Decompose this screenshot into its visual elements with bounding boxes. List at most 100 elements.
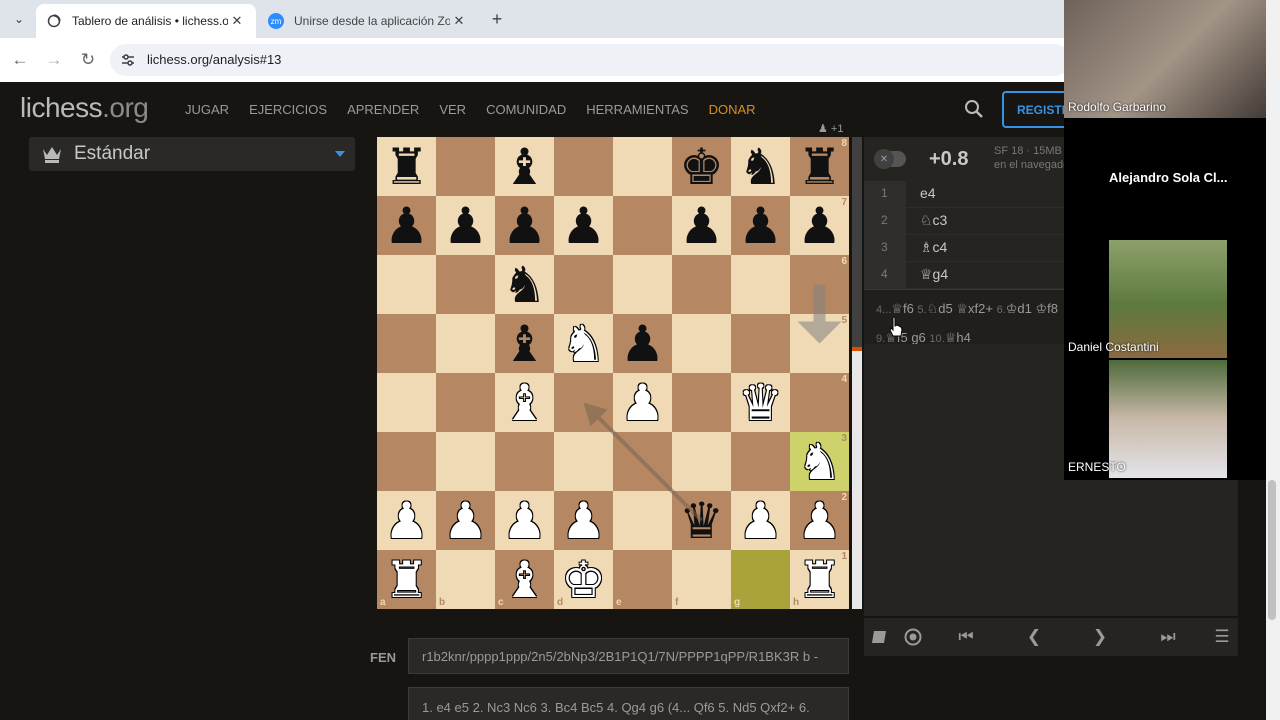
square-f3[interactable] [672,432,731,491]
book-icon[interactable] [868,626,892,648]
square-a2[interactable]: ♟ [377,491,436,550]
square-b7[interactable]: ♟ [436,196,495,255]
square-h8[interactable]: ♜ 8 [790,137,849,196]
square-a5[interactable] [377,314,436,373]
square-a1[interactable]: ♜ a [377,550,436,609]
variation-move[interactable]: ♘d5 [927,301,953,316]
square-d1[interactable]: ♚ d [554,550,613,609]
fen-input[interactable]: r1b2knr/pppp1ppp/2n5/2bNp3/2B1P1Q1/7N/PP… [408,638,849,674]
black-king-icon[interactable]: ♚ [672,137,731,196]
square-g8[interactable]: ♞ [731,137,790,196]
variation-move[interactable]: g6 [911,330,925,344]
nav-aprender[interactable]: APRENDER [347,102,419,117]
square-d7[interactable]: ♟ [554,196,613,255]
white-pawn-icon[interactable]: ♟ [613,373,672,432]
nav-comunidad[interactable]: COMUNIDAD [486,102,566,117]
site-settings-icon[interactable] [120,52,136,68]
black-pawn-icon[interactable]: ♟ [377,196,436,255]
square-g7[interactable]: ♟ [731,196,790,255]
square-h5[interactable]: 5 [790,314,849,373]
black-knight-icon[interactable]: ♞ [731,137,790,196]
variation-move[interactable]: ♕xf2+ [956,301,993,316]
nav-jugar[interactable]: JUGAR [185,102,229,117]
square-b4[interactable] [436,373,495,432]
white-pawn-icon[interactable]: ♟ [554,491,613,550]
move-san[interactable]: ♗c4 [920,239,947,256]
url-field[interactable]: lichess.org/analysis#13 [110,44,1070,76]
white-pawn-icon[interactable]: ♟ [495,491,554,550]
nav-ver[interactable]: VER [439,102,466,117]
white-pawn-icon[interactable]: ♟ [731,491,790,550]
variation-move[interactable]: ♔f8 [1036,301,1059,316]
square-a7[interactable]: ♟ [377,196,436,255]
forward-icon[interactable]: → [42,48,66,72]
square-e2[interactable] [613,491,672,550]
square-e4[interactable]: ♟ [613,373,672,432]
square-f2[interactable]: ♛ [672,491,731,550]
variant-selector[interactable]: Estándar [29,137,355,171]
pgn-textarea[interactable]: 1. e4 e5 2. Nc3 Nc6 3. Bc4 Bc5 4. Qg4 g6… [408,687,849,720]
move-row[interactable]: 1 e4 [864,181,1064,208]
black-bishop-icon[interactable]: ♝ [495,314,554,373]
square-e7[interactable] [613,196,672,255]
black-pawn-icon[interactable]: ♟ [436,196,495,255]
variation-move[interactable]: ♔d1 [1006,301,1032,316]
square-g5[interactable] [731,314,790,373]
variation-move[interactable]: ♕f6 [891,301,914,316]
square-c6[interactable]: ♞ [495,255,554,314]
tab-search-chevron-icon[interactable]: ⌄ [8,8,30,30]
square-b8[interactable] [436,137,495,196]
black-bishop-icon[interactable]: ♝ [495,137,554,196]
square-d3[interactable] [554,432,613,491]
last-move-icon[interactable]: ⏭ [1156,626,1180,648]
square-d2[interactable]: ♟ [554,491,613,550]
black-queen-icon[interactable]: ♛ [672,491,731,550]
square-b6[interactable] [436,255,495,314]
square-e3[interactable] [613,432,672,491]
square-b1[interactable]: b [436,550,495,609]
white-bishop-icon[interactable]: ♝ [495,373,554,432]
square-d6[interactable] [554,255,613,314]
scrollbar-thumb[interactable] [1268,480,1276,620]
white-knight-icon[interactable]: ♞ [554,314,613,373]
white-pawn-icon[interactable]: ♟ [790,491,849,550]
nav-ejercicios[interactable]: EJERCICIOS [249,102,327,117]
square-h2[interactable]: ♟ 2 [790,491,849,550]
square-d8[interactable] [554,137,613,196]
nav-herramientas[interactable]: HERRAMIENTAS [586,102,688,117]
square-g6[interactable] [731,255,790,314]
move-san[interactable]: e4 [920,185,936,201]
back-icon[interactable]: ← [8,48,32,72]
square-b3[interactable] [436,432,495,491]
square-a4[interactable] [377,373,436,432]
square-c3[interactable] [495,432,554,491]
square-g2[interactable]: ♟ [731,491,790,550]
black-knight-icon[interactable]: ♞ [495,255,554,314]
new-tab-icon[interactable]: + [486,8,508,30]
square-f5[interactable] [672,314,731,373]
square-f4[interactable] [672,373,731,432]
square-c2[interactable]: ♟ [495,491,554,550]
engine-toggle[interactable]: ✕ [874,149,906,169]
square-b5[interactable] [436,314,495,373]
tab-close-icon[interactable]: ✕ [450,13,468,29]
square-e8[interactable] [613,137,672,196]
black-pawn-icon[interactable]: ♟ [731,196,790,255]
move-san[interactable]: ♘c3 [920,212,947,229]
white-queen-icon[interactable]: ♛ [731,373,790,432]
black-rook-icon[interactable]: ♜ [790,137,849,196]
square-c7[interactable]: ♟ [495,196,554,255]
search-icon[interactable] [964,99,984,119]
black-pawn-icon[interactable]: ♟ [672,196,731,255]
video-tile[interactable] [1109,360,1227,478]
next-move-icon[interactable]: ❯ [1088,626,1112,648]
tab-lichess[interactable]: Tablero de análisis • lichess.org ✕ [36,4,256,38]
move-row[interactable]: 2 ♘c3 [864,208,1064,235]
square-a8[interactable]: ♜ [377,137,436,196]
white-pawn-icon[interactable]: ♟ [436,491,495,550]
square-f1[interactable]: f [672,550,731,609]
black-rook-icon[interactable]: ♜ [377,137,436,196]
move-san[interactable]: ♕g4 [920,266,948,283]
first-move-icon[interactable]: ⏮ [954,626,978,648]
move-row[interactable]: 4 ♕g4 [864,262,1064,289]
